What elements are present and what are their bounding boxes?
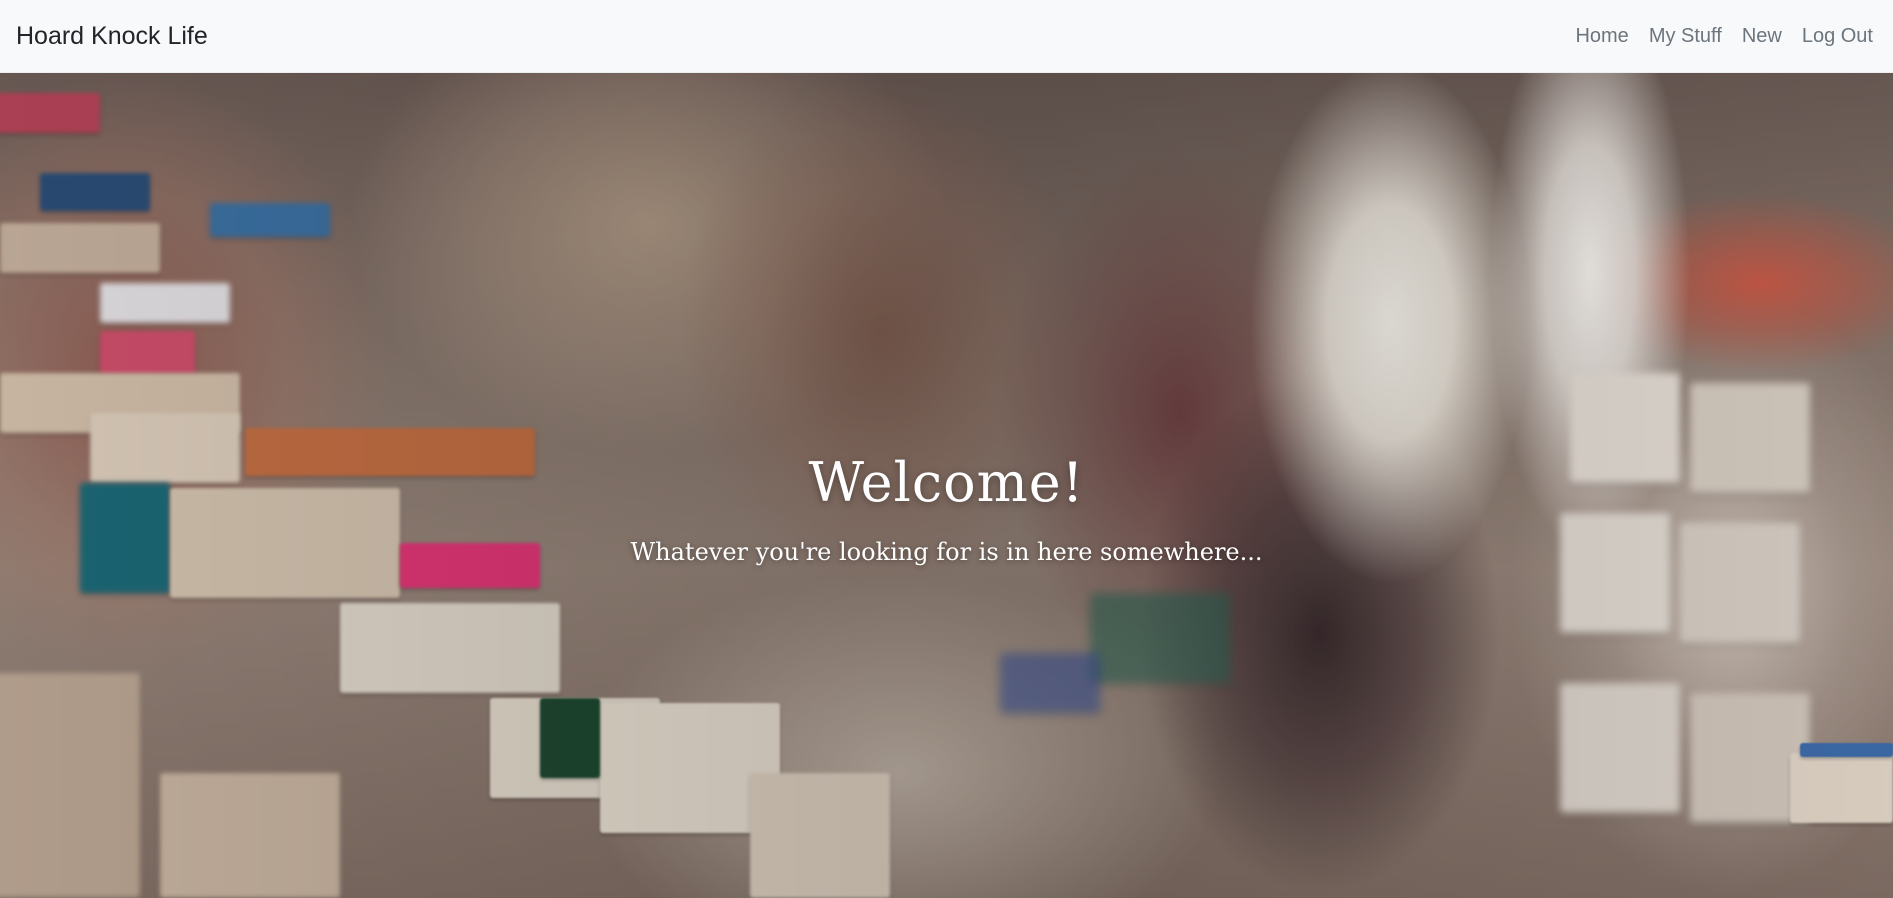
hero-section: Welcome! Whatever you're looking for is …: [0, 73, 1893, 898]
book-shape: [40, 173, 150, 211]
book-shape: [160, 773, 340, 898]
nav-link-my-stuff[interactable]: My Stuff: [1639, 17, 1732, 56]
book-shape: [1000, 653, 1100, 713]
book-shape: [600, 703, 780, 833]
book-shape: [0, 223, 160, 273]
book-shape: [0, 673, 140, 898]
hero-content: Welcome! Whatever you're looking for is …: [0, 451, 1893, 566]
brand-link[interactable]: Hoard Knock Life: [16, 22, 208, 51]
book-shape: [1560, 683, 1680, 813]
hero-title: Welcome!: [808, 451, 1085, 514]
book-shape: [100, 331, 195, 375]
navbar: Hoard Knock Life Home My Stuff New Log O…: [0, 0, 1893, 73]
book-shape: [750, 773, 890, 898]
hero-subtitle: Whatever you're looking for is in here s…: [630, 538, 1263, 566]
book-shape: [210, 203, 330, 237]
nav-link-new[interactable]: New: [1732, 17, 1792, 56]
book-shape: [1800, 743, 1893, 757]
book-shape: [540, 698, 600, 778]
nav-link-log-out[interactable]: Log Out: [1792, 17, 1877, 56]
book-shape: [1690, 693, 1810, 823]
book-shape: [1790, 753, 1893, 823]
book-shape: [0, 373, 240, 433]
book-shape: [100, 283, 230, 323]
book-shape: [490, 698, 660, 798]
book-shape: [0, 93, 100, 133]
nav-links: Home My Stuff New Log Out: [1565, 17, 1877, 56]
book-shape: [1090, 593, 1230, 683]
book-shape: [340, 603, 560, 693]
nav-link-home[interactable]: Home: [1565, 17, 1638, 56]
